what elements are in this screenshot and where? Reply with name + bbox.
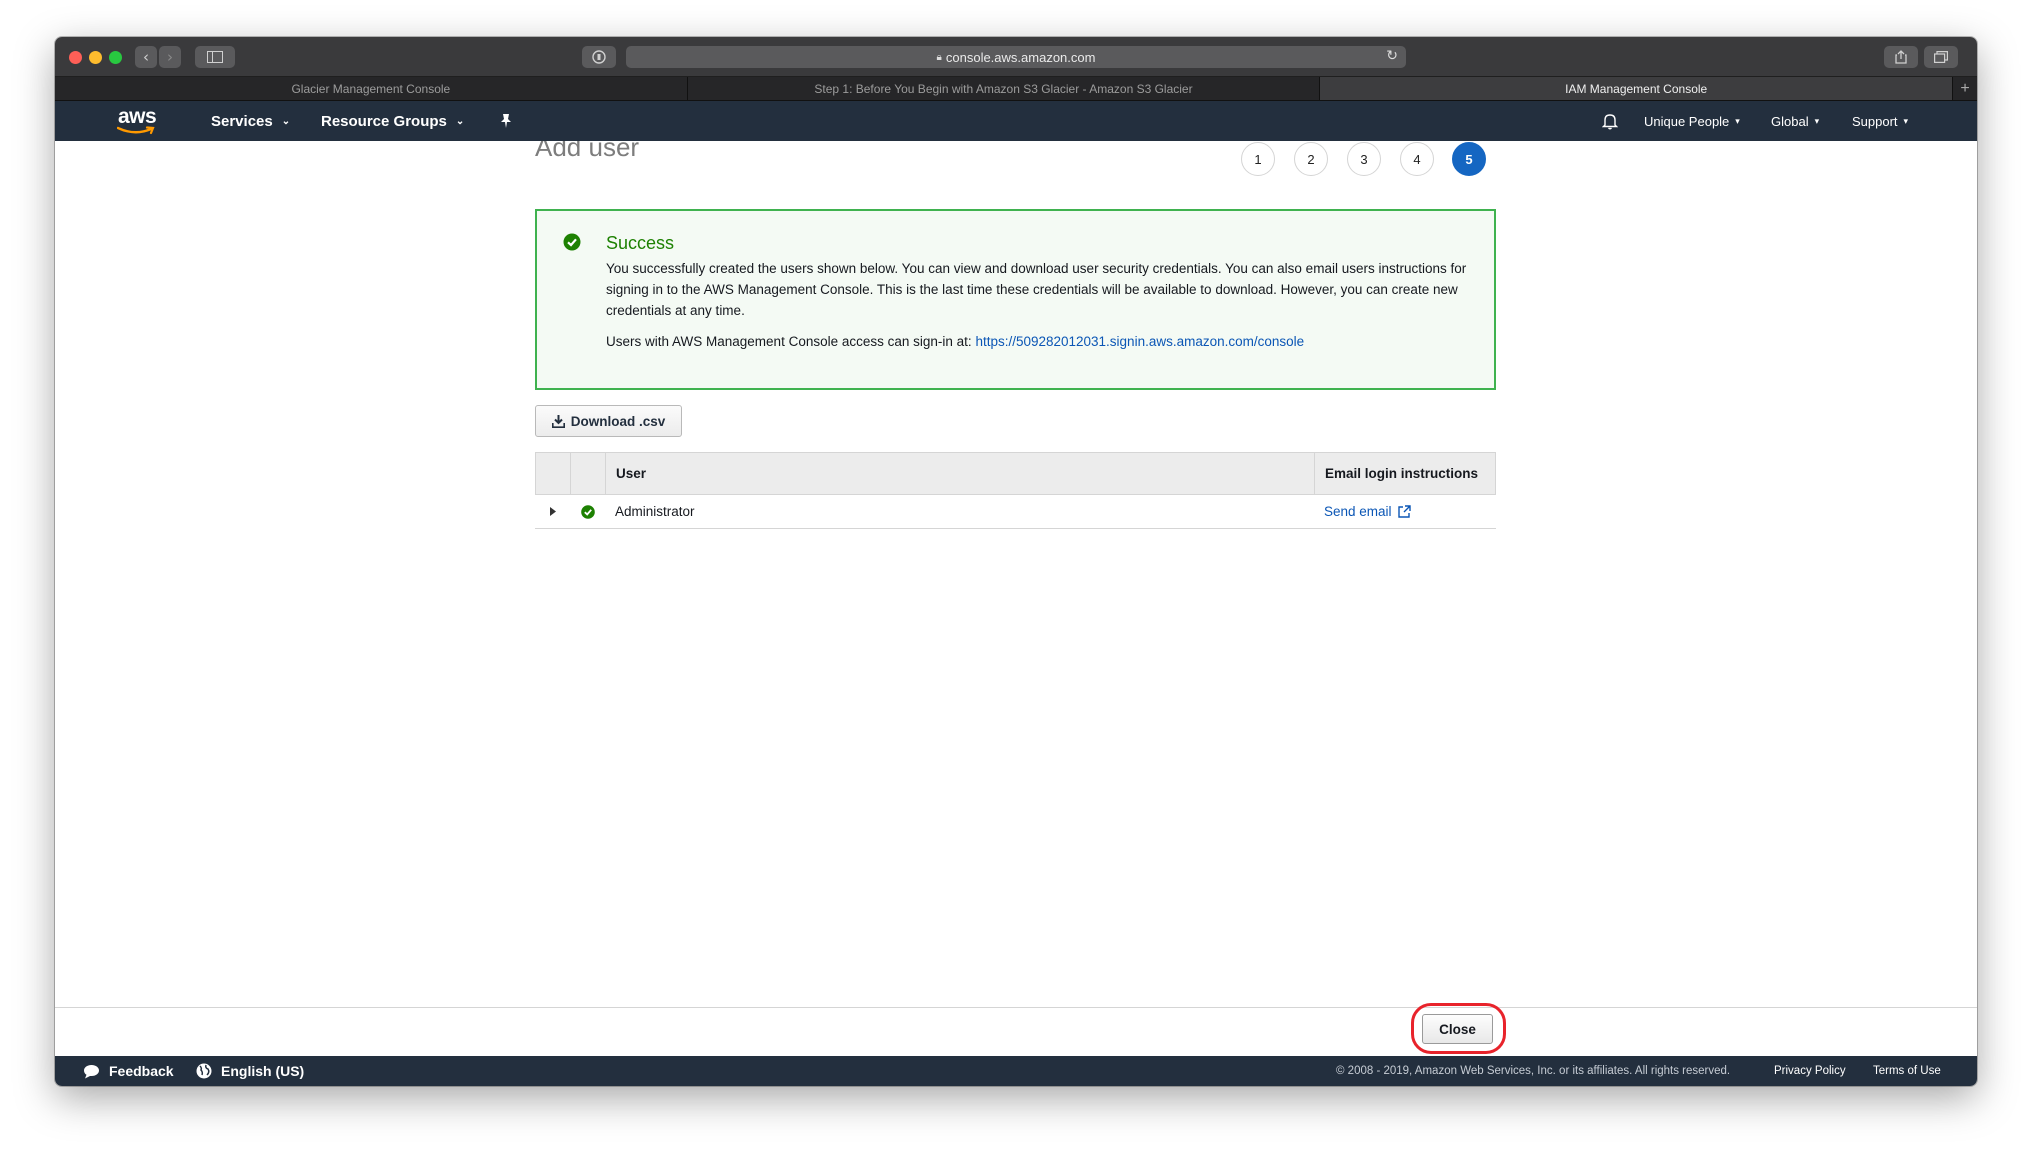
sidebar-toggle-icon[interactable] [195,46,235,68]
email-cell: Send email [1314,504,1496,519]
region-menu[interactable]: Global ▾ [1771,101,1819,141]
browser-tab-glacier[interactable]: Glacier Management Console [55,77,688,100]
lock-icon: 🔒︎ [936,51,942,63]
wizard-step-4[interactable]: 4 [1400,142,1434,176]
close-button[interactable]: Close [1422,1014,1493,1044]
resource-groups-menu[interactable]: Resource Groups ⌄ [321,101,464,141]
tab-overview-icon[interactable] [1924,46,1958,68]
forward-icon[interactable]: › [159,46,181,68]
chevron-down-icon: ▾ [1814,115,1820,126]
chevron-down-icon: ⌄ [455,115,465,127]
download-csv-button[interactable]: Download .csv [535,405,682,437]
external-link-icon [1397,505,1411,518]
status-column-header [571,453,606,494]
expand-column-header [536,453,571,494]
browser-tabs: Glacier Management Console Step 1: Befor… [55,77,1977,101]
privacy-report-icon[interactable] [582,46,616,68]
services-menu[interactable]: Services ⌄ [211,101,290,141]
alert-body: You successfully created the users shown… [606,261,1467,318]
page-title: Add user [535,141,640,162]
chevron-down-icon: ▾ [1735,115,1740,126]
close-window-button[interactable] [69,51,82,64]
new-tab-icon[interactable]: + [1953,77,1977,100]
minimize-window-button[interactable] [89,51,102,64]
globe-icon [196,1063,212,1079]
send-email-link[interactable]: Send email [1324,504,1411,519]
aws-top-nav: aws Services ⌄ Resource Groups ⌄ Unique Pe… [55,101,1977,141]
table-header: User Email login instructions [535,452,1496,495]
reload-icon[interactable]: ↻ [1386,48,1398,64]
privacy-policy-link[interactable]: Privacy Policy [1774,1056,1846,1086]
aws-logo[interactable]: aws [115,105,159,137]
users-table: User Email login instructions Administra… [535,452,1496,529]
chevron-down-icon: ⌄ [281,115,291,127]
signin-line: Users with AWS Management Console access… [606,334,1304,349]
aws-footer: Feedback English (US) © 2008 - 2019, Ama… [55,1056,1977,1086]
feedback-link[interactable]: Feedback [83,1056,174,1086]
back-icon[interactable]: ‹ [135,46,157,68]
wizard-step-3[interactable]: 3 [1347,142,1381,176]
account-menu[interactable]: Unique People ▾ [1644,101,1740,141]
success-alert: Success You successfully created the use… [535,209,1496,390]
main-content: Add user 1 2 3 4 5 Success You successfu… [55,141,1977,1007]
support-menu[interactable]: Support ▾ [1852,101,1908,141]
address-bar[interactable]: 🔒︎ console.aws.amazon.com ↻ [626,46,1406,68]
browser-titlebar: ‹ › 🔒︎ console.aws.amazon.com ↻ [55,37,1977,77]
language-selector[interactable]: English (US) [196,1056,304,1086]
pin-icon[interactable] [499,101,513,141]
signin-prefix: Users with AWS Management Console access… [606,334,972,349]
browser-window: ‹ › 🔒︎ console.aws.amazon.com ↻ Glacier … [55,37,1977,1086]
aws-smile-icon [117,126,155,135]
signin-url-link[interactable]: https://509282012031.signin.aws.amazon.c… [975,334,1304,349]
user-name-cell: Administrator [615,504,695,519]
speech-bubble-icon [84,1064,99,1078]
user-column-header[interactable]: User [606,453,1315,494]
wizard-step-5: 5 [1452,142,1486,176]
success-check-icon [563,233,581,251]
alert-heading: Success [606,233,675,253]
browser-tab-iam[interactable]: IAM Management Console [1320,77,1954,100]
table-row: Administrator Send email [535,495,1496,529]
zoom-window-button[interactable] [109,51,122,64]
chevron-down-icon: ▾ [1903,115,1909,126]
success-check-icon [570,504,605,519]
expand-row-icon[interactable] [535,507,570,516]
wizard-action-bar: Close [55,1003,1977,1056]
download-icon [551,414,565,428]
address-url: console.aws.amazon.com [945,49,1096,65]
terms-of-use-link[interactable]: Terms of Use [1873,1056,1941,1086]
copyright-text: © 2008 - 2019, Amazon Web Services, Inc.… [1336,1065,1731,1077]
wizard-step-2[interactable]: 2 [1294,142,1328,176]
notifications-bell-icon[interactable] [1602,101,1618,141]
share-icon[interactable] [1884,46,1918,68]
browser-tab-s3-glacier-docs[interactable]: Step 1: Before You Begin with Amazon S3 … [688,77,1321,100]
wizard-step-1[interactable]: 1 [1241,142,1275,176]
email-column-header: Email login instructions [1325,466,1479,481]
